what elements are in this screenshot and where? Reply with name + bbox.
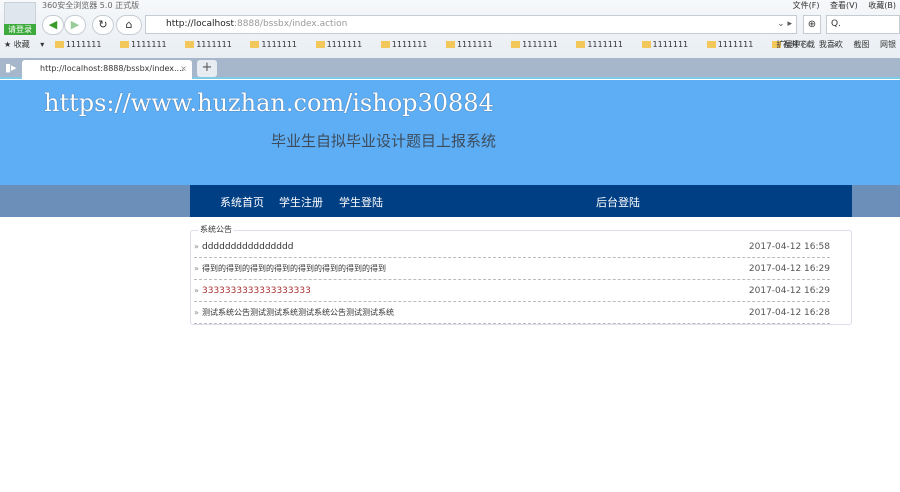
menu-file[interactable]: 文件(F)	[793, 1, 820, 10]
bookmark-label: 1111111	[391, 40, 428, 49]
bookmark[interactable]: 1111111	[706, 40, 762, 49]
address-path: :8888/bssbx/index.action	[233, 19, 348, 29]
tab-active[interactable]: http://localhost:8888/bssbx/index.... ×	[22, 60, 192, 79]
bookmark[interactable]: 1111111	[120, 40, 175, 49]
tab-title: http://localhost:8888/bssbx/index....	[40, 64, 185, 73]
menu-bar: 文件(F) 查看(V) 收藏(B)	[785, 0, 896, 11]
browser-chrome: 请登录 360安全浏览器 5.0 正式版 文件(F) 查看(V) 收藏(B) ◀…	[0, 0, 900, 58]
nav-register[interactable]: 学生注册	[279, 194, 323, 210]
notice-date: 2017-04-12 16:29	[748, 264, 830, 274]
bullet-icon: »	[194, 242, 199, 251]
list-item[interactable]: » 测试系统公告测试测试系统测试系统公告测试测试系统 2017-04-12 16:2…	[194, 302, 830, 324]
window-title: 360安全浏览器 5.0 正式版	[42, 1, 140, 10]
notice-title[interactable]: 得到的得到的得到的得到的得到的得到的得到的得到	[202, 258, 386, 280]
notice-title[interactable]: 测试系统公告测试测试系统测试系统公告测试测试系统	[202, 302, 394, 324]
bookmark[interactable]: 1111111	[250, 40, 305, 49]
bookmark-label: 1111111	[326, 40, 363, 49]
bullet-icon: »	[194, 264, 199, 273]
list-item[interactable]: » 3333333333333333333 2017-04-12 16:29	[194, 280, 830, 302]
bookmark[interactable]: 1111111	[54, 40, 110, 49]
ebank-button[interactable]: 网银	[880, 40, 896, 49]
bookmark[interactable]: 1111111	[315, 40, 371, 49]
banner: https://www.huzhan.com/ishop30884 毕业生自拟毕…	[0, 80, 900, 185]
bookmark[interactable]: 1111111	[641, 40, 697, 49]
notice-title[interactable]: dddddddddddddddd	[202, 236, 293, 258]
extensions-button[interactable]: 扩展中心	[776, 40, 808, 49]
favorites-label: 收藏	[13, 40, 30, 49]
notice-date: 2017-04-12 16:28	[748, 308, 830, 318]
bookmark-label: 1111111	[131, 40, 167, 49]
notice-legend: 系统公告	[198, 224, 234, 235]
notice-date: 2017-04-12 16:58	[748, 242, 830, 252]
bookmark-label: 1111111	[587, 40, 623, 49]
home-icon[interactable]: ⌂	[116, 15, 142, 35]
refresh-icon[interactable]: ↻	[92, 15, 114, 35]
sidebar-toggle-icon[interactable]: ▮▸	[5, 61, 17, 74]
bookmark[interactable]: 1111111	[185, 40, 240, 49]
bookmark-label: 1111111	[65, 40, 102, 49]
menu-favorites[interactable]: 收藏(B)	[868, 1, 896, 10]
screenshot-button[interactable]: 截图	[853, 40, 869, 49]
forward-icon[interactable]: ▶	[64, 15, 86, 35]
like-button[interactable]: 我喜欢	[819, 40, 843, 49]
menu-view[interactable]: 查看(V)	[830, 1, 858, 10]
bookmark-label: 1111111	[196, 40, 232, 49]
dropdown-icon[interactable]: ⌄ ▸	[777, 16, 792, 33]
bookmark[interactable]: 1111111	[576, 40, 631, 49]
page-title: 毕业生自拟毕业设计题目上报系统	[271, 132, 497, 150]
bullet-icon: »	[194, 308, 199, 317]
bookmark-label: 1111111	[261, 40, 298, 49]
nav-band: 系统首页 学生注册 学生登陆 后台登陆	[0, 185, 900, 217]
nav-student-login[interactable]: 学生登陆	[339, 194, 383, 210]
bookmark-label: 1111111	[456, 40, 493, 49]
new-tab-button[interactable]: +	[197, 60, 217, 77]
login-button[interactable]: 请登录	[4, 24, 36, 35]
nav-admin-login[interactable]: 后台登陆	[596, 194, 640, 210]
nav-home[interactable]: 系统首页	[220, 194, 264, 210]
favorites-button[interactable]: ★ 收藏 ▾	[4, 40, 44, 49]
bookmark[interactable]: 1111111	[380, 40, 436, 49]
bookmarks-bar: ★ 收藏 ▾ 1111111 1111111 1111111 1111111 1…	[4, 39, 846, 50]
shield-icon[interactable]: ⊕	[803, 15, 821, 34]
address-bar[interactable]: http://localhost:8888/bssbx/index.action…	[145, 15, 797, 34]
notice-title[interactable]: 3333333333333333333	[202, 280, 311, 302]
bookmark-label: 1111111	[717, 40, 754, 49]
list-item[interactable]: » 得到的得到的得到的得到的得到的得到的得到的得到 2017-04-12 16:29	[194, 258, 830, 280]
close-icon[interactable]: ×	[180, 60, 187, 78]
address-host: http://localhost	[166, 19, 234, 29]
bullet-icon: »	[194, 286, 199, 295]
bookmark[interactable]: 1111111	[445, 40, 501, 49]
bookmark[interactable]: 1111111	[511, 40, 566, 49]
notice-date: 2017-04-12 16:29	[748, 286, 830, 296]
bookmark-label: 1111111	[522, 40, 558, 49]
bookmark-label: 1111111	[652, 40, 689, 49]
search-input[interactable]: Q.	[826, 15, 900, 34]
main-nav: 系统首页 学生注册 学生登陆 后台登陆	[190, 185, 852, 217]
notice-panel: 系统公告 » dddddddddddddddd 2017-04-12 16:58 »…	[190, 224, 852, 325]
back-icon[interactable]: ◀	[42, 15, 64, 35]
watermark-url: https://www.huzhan.com/ishop30884	[44, 89, 494, 117]
toolbar-right: 扩展中心 我喜欢 截图 网银	[768, 39, 896, 50]
tab-bar: ▮▸ http://localhost:8888/bssbx/index....…	[0, 58, 900, 79]
list-item[interactable]: » dddddddddddddddd 2017-04-12 16:58	[194, 236, 830, 258]
